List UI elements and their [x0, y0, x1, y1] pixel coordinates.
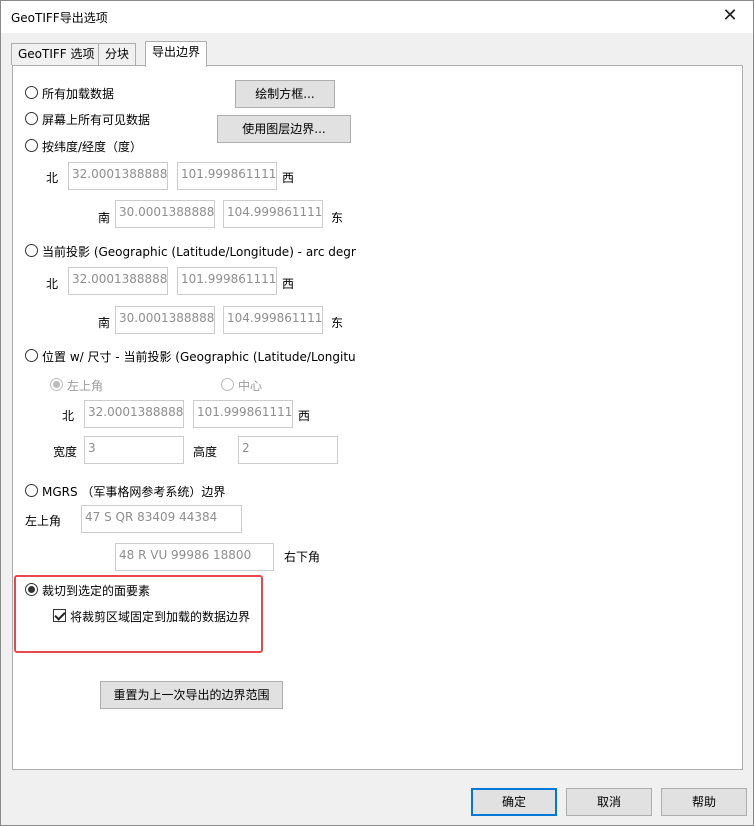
- proj-north-field[interactable]: 32.00013888888: [68, 267, 168, 295]
- proj-north-label: 北: [46, 277, 59, 291]
- pos-west-field[interactable]: 101.9998611111: [193, 400, 293, 428]
- anchor-top-left-label: 左上角: [67, 379, 104, 393]
- projection-radio[interactable]: [25, 244, 38, 257]
- crop-feature-radio[interactable]: [25, 583, 38, 596]
- pos-north-label: 北: [62, 409, 75, 423]
- all-loaded-label: 所有加载数据: [42, 87, 115, 101]
- latlon-west-label: 西: [282, 171, 295, 185]
- pos-west-label: 西: [298, 409, 311, 423]
- projection-label: 当前投影 (Geographic (Latitude/Longitude) - …: [42, 245, 356, 259]
- latlon-south-field[interactable]: 30.00013888888: [115, 200, 215, 228]
- latlon-south-label: 南: [98, 211, 111, 225]
- pos-width-field[interactable]: 3: [84, 436, 184, 464]
- window-title: GeoTIFF导出选项: [11, 11, 108, 25]
- title-bar: GeoTIFF导出选项 ✕: [1, 1, 753, 33]
- mgrs-top-left-label: 左上角: [25, 514, 62, 528]
- cancel-button[interactable]: 取消: [566, 788, 652, 816]
- proj-west-field[interactable]: 101.9998611111: [177, 267, 277, 295]
- fix-crop-label: 将裁剪区域固定到加载的数据边界: [70, 610, 251, 624]
- crop-feature-label: 裁切到选定的面要素: [42, 584, 151, 598]
- anchor-top-left-radio[interactable]: [50, 378, 63, 391]
- anchor-center-radio[interactable]: [221, 378, 234, 391]
- pos-height-field[interactable]: 2: [238, 436, 338, 464]
- export-bounds-panel: 所有加载数据 绘制方框... 屏幕上所有可见数据 使用图层边界... 按纬度/经…: [12, 65, 743, 770]
- geotiff-export-dialog: GeoTIFF导出选项 ✕ GeoTIFF 选项 分块 导出边界 所有加载数据 …: [0, 0, 754, 826]
- latlon-north-field[interactable]: 32.00013888888: [68, 162, 168, 190]
- latlon-east-label: 东: [331, 211, 344, 225]
- draw-box-button[interactable]: 绘制方框...: [235, 80, 335, 108]
- tab-tiling[interactable]: 分块: [98, 43, 137, 65]
- tab-export-bounds[interactable]: 导出边界: [145, 41, 208, 67]
- anchor-center-label: 中心: [238, 379, 263, 393]
- mgrs-top-left-field[interactable]: 47 S QR 83409 44384: [81, 505, 242, 533]
- position-label: 位置 w/ 尺寸 - 当前投影 (Geographic (Latitude/Lo…: [42, 350, 356, 364]
- proj-west-label: 西: [282, 277, 295, 291]
- latlon-west-field[interactable]: 101.9998611111: [177, 162, 277, 190]
- proj-south-label: 南: [98, 316, 111, 330]
- all-loaded-radio[interactable]: [25, 86, 38, 99]
- tab-geotiff-options[interactable]: GeoTIFF 选项: [11, 43, 102, 65]
- close-button[interactable]: ✕: [707, 1, 753, 32]
- latlon-east-field[interactable]: 104.9998611111: [223, 200, 323, 228]
- visible-data-label: 屏幕上所有可见数据: [42, 113, 151, 127]
- proj-east-label: 东: [331, 316, 344, 330]
- ok-button[interactable]: 确定: [471, 788, 557, 816]
- proj-south-field[interactable]: 30.00013888888: [115, 306, 215, 334]
- position-radio[interactable]: [25, 349, 38, 362]
- use-layer-bounds-button[interactable]: 使用图层边界...: [217, 115, 351, 143]
- help-button[interactable]: 帮助: [661, 788, 747, 816]
- latlon-radio[interactable]: [25, 139, 38, 152]
- pos-height-label: 高度: [193, 445, 218, 459]
- fix-crop-checkbox[interactable]: [53, 609, 66, 622]
- mgrs-radio[interactable]: [25, 484, 38, 497]
- pos-north-field[interactable]: 32.00013888888: [84, 400, 184, 428]
- latlon-label: 按纬度/经度（度）: [42, 140, 143, 154]
- pos-width-label: 宽度: [53, 445, 78, 459]
- mgrs-bottom-right-field[interactable]: 48 R VU 99986 18800: [115, 543, 274, 571]
- latlon-north-label: 北: [46, 171, 59, 185]
- reset-bounds-button[interactable]: 重置为上一次导出的边界范围: [100, 681, 283, 709]
- proj-east-field[interactable]: 104.9998611111: [223, 306, 323, 334]
- mgrs-label: MGRS （军事格网参考系统）边界: [42, 485, 226, 499]
- visible-data-radio[interactable]: [25, 112, 38, 125]
- mgrs-bottom-right-label: 右下角: [284, 550, 321, 564]
